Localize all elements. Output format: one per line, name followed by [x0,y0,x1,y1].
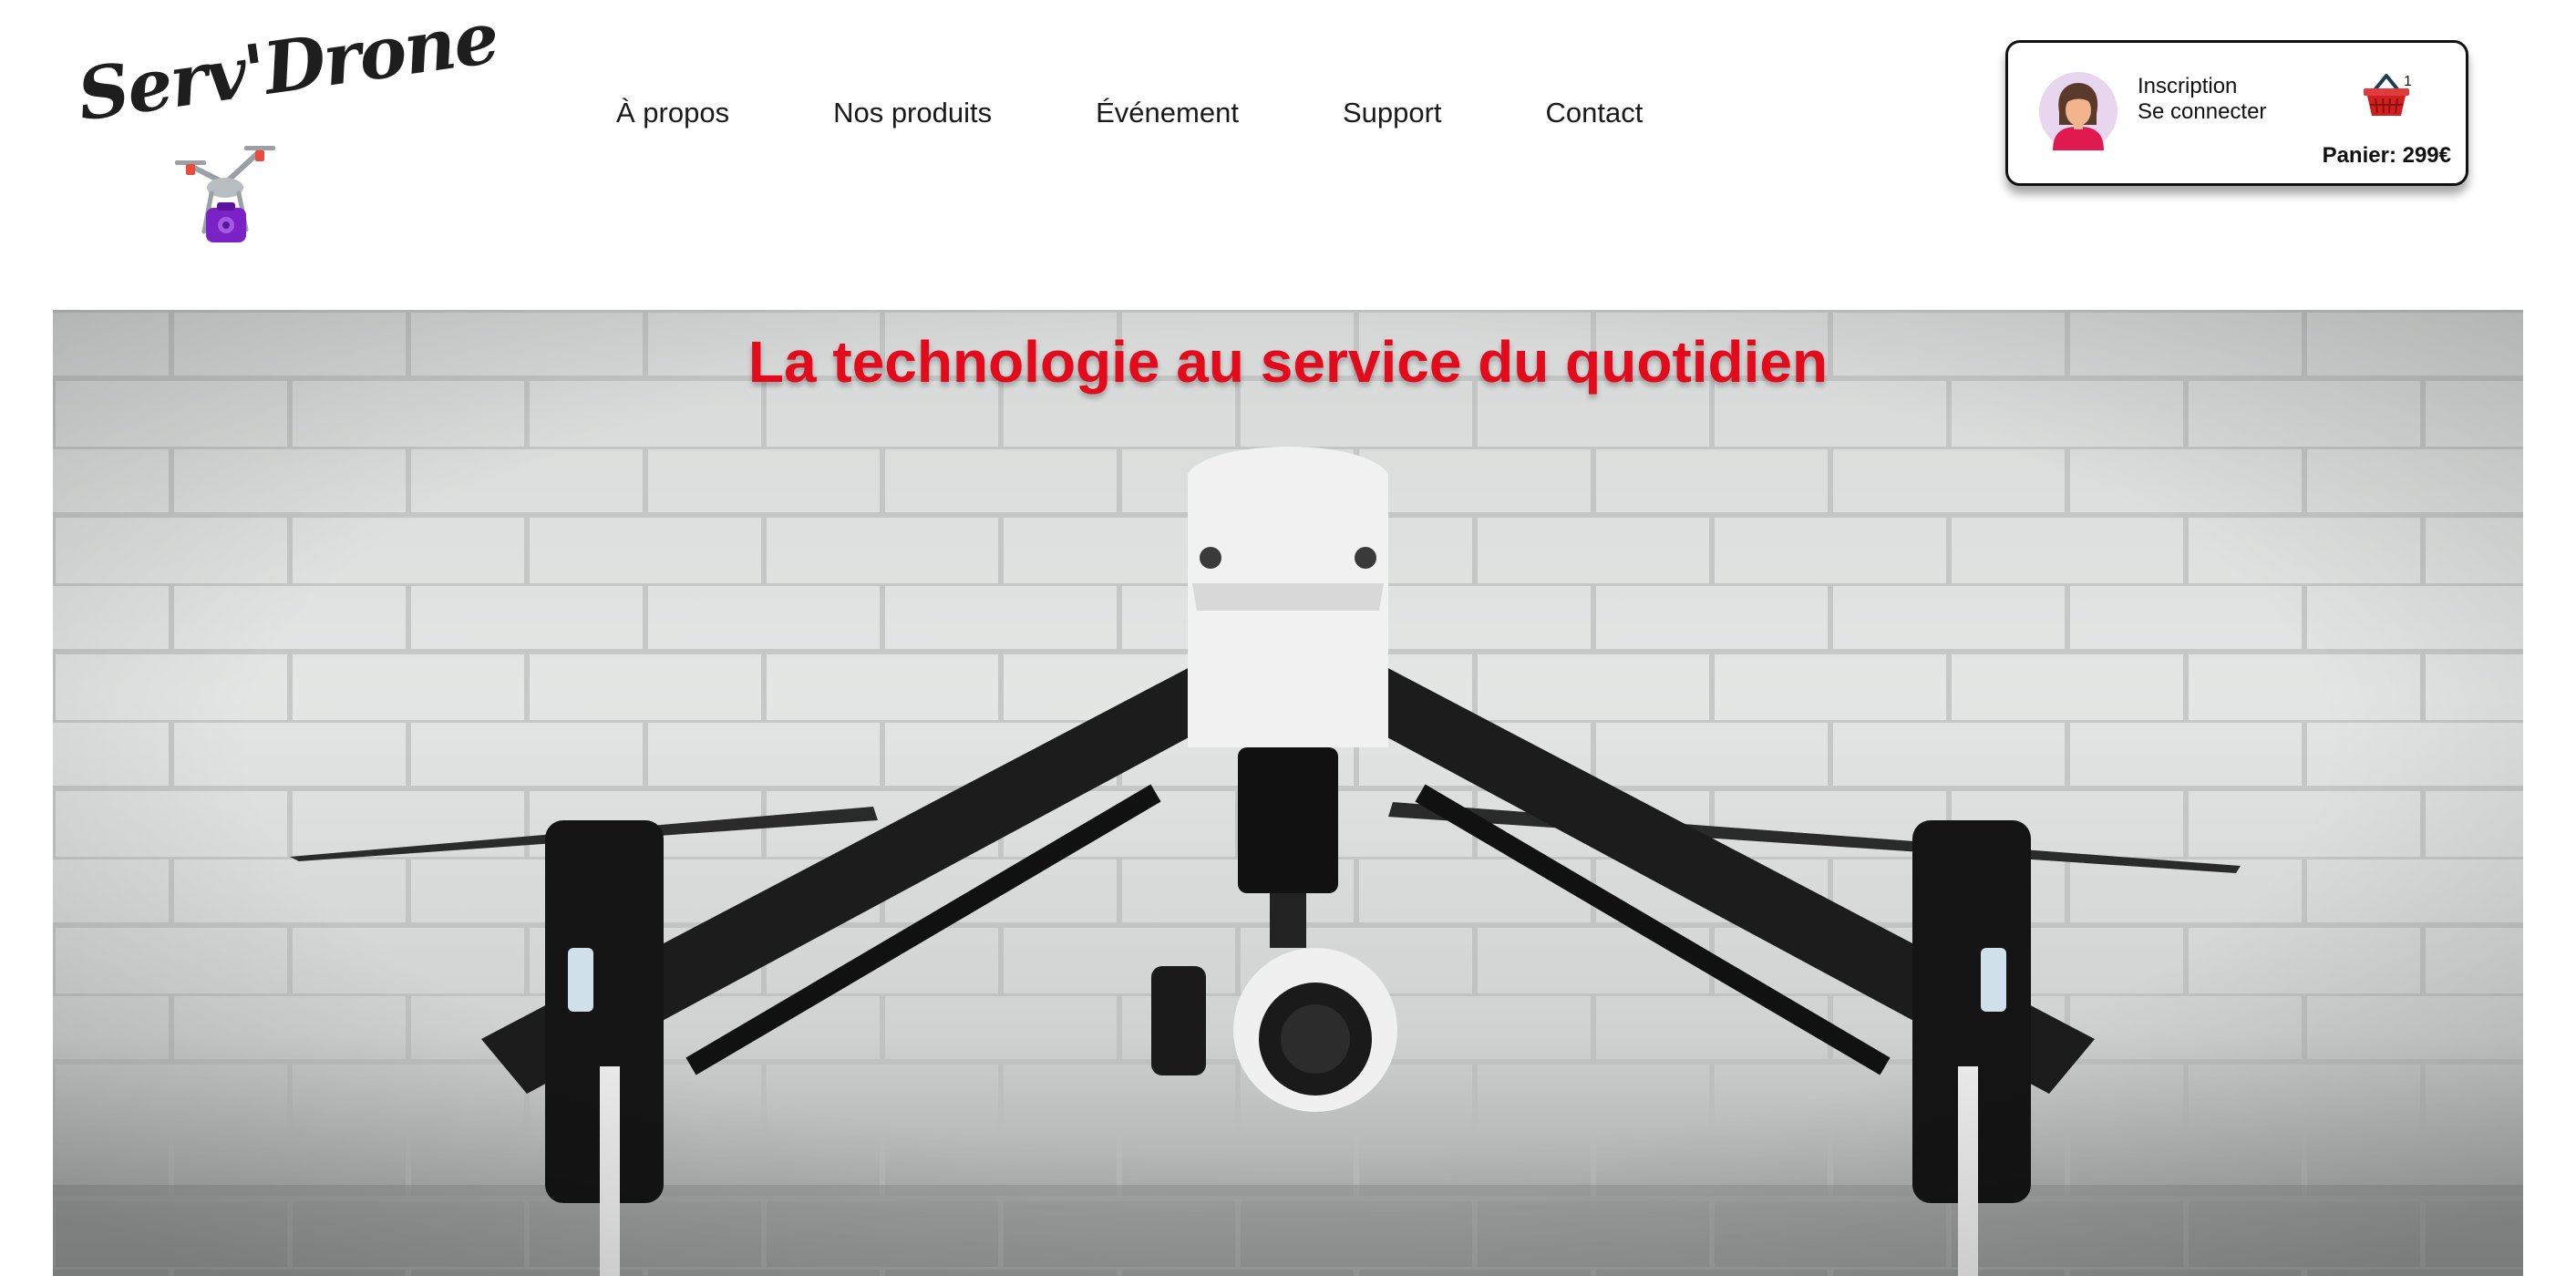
hero-title: La technologie au service du quotidien [747,329,1829,395]
drone-photo [53,310,2523,1276]
cart-count-badge: 1 [2404,74,2412,89]
logo-wordmark: Serv'Drone [72,0,503,138]
nav-link-support[interactable]: Support [1343,97,1442,129]
hero-banner: La technologie au service du quotidien [53,310,2523,1276]
cart-total[interactable]: Panier: 299€ [2323,143,2451,169]
user-avatar-icon[interactable] [2039,72,2117,150]
site-logo[interactable]: Serv'Drone [73,0,502,242]
site-header: Serv'Drone À propos Nos produits Événeme… [0,0,2576,301]
main-nav: À propos Nos produits Événement Support … [616,89,1643,137]
auth-links: Inscription Se connecter [2138,74,2266,125]
signup-link[interactable]: Inscription [2138,74,2266,99]
account-cart-panel: Inscription Se connecter 1 Panier: 299€ [2005,40,2468,186]
drone-with-camera-icon [175,146,275,242]
nav-link-evenement[interactable]: Événement [1096,97,1239,129]
login-link[interactable]: Se connecter [2138,99,2266,125]
nav-link-nos-produits[interactable]: Nos produits [833,97,992,129]
nav-link-contact[interactable]: Contact [1546,97,1643,129]
nav-link-a-propos[interactable]: À propos [616,97,729,129]
